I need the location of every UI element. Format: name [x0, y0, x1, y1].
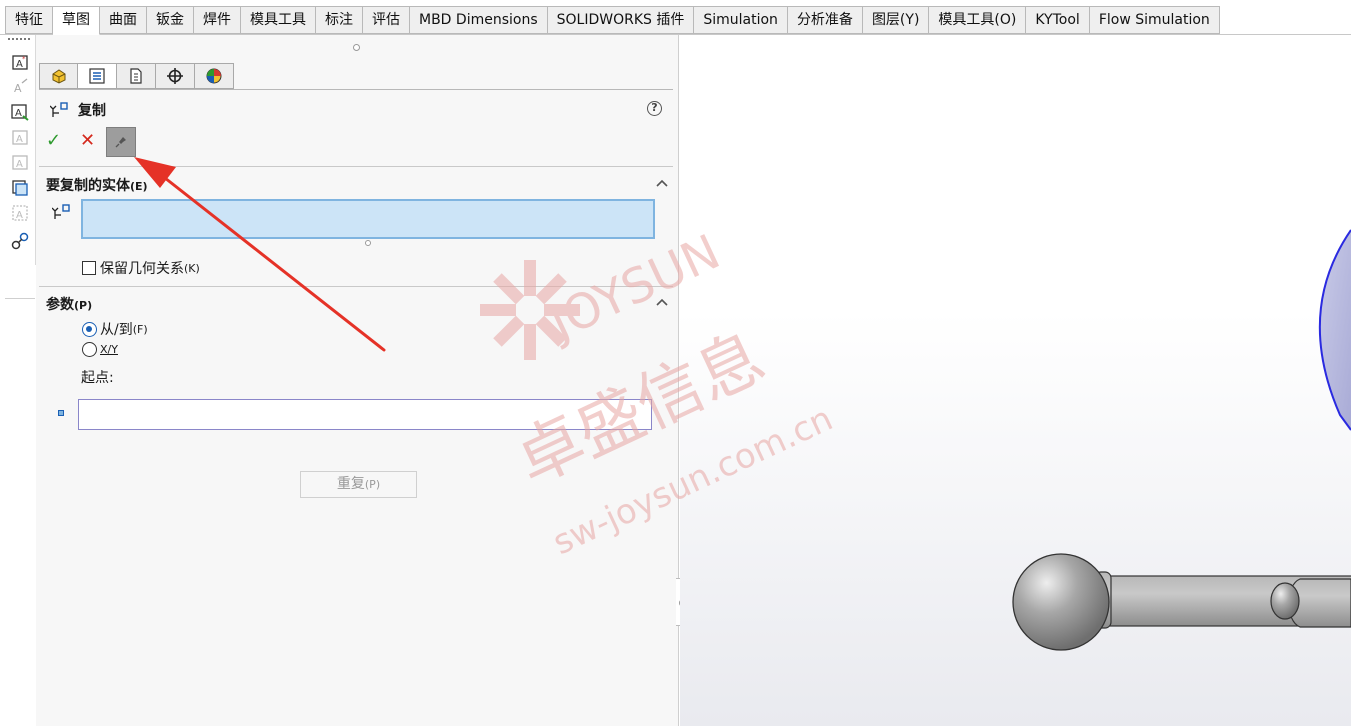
tab-features[interactable]: 特征 [5, 6, 53, 34]
tab-analysis-prep[interactable]: 分析准备 [787, 6, 863, 34]
xy-label: X/Y [100, 343, 118, 356]
tab-mbd-dimensions[interactable]: MBD Dimensions [410, 6, 548, 34]
model-view [1012, 229, 1351, 651]
from-to-radio[interactable] [82, 321, 97, 337]
tab-mold-tools-o[interactable]: 模具工具(O) [929, 6, 1027, 34]
from-to-label: 从/到 [100, 322, 133, 338]
balloon-icon: A [14, 78, 28, 95]
entities-section-divider [39, 166, 673, 167]
property-manager-title: 复制 [78, 103, 106, 119]
tab-weldments[interactable]: 焊件 [194, 6, 241, 34]
handle-part[interactable] [1012, 553, 1351, 651]
manager-tabs [39, 63, 234, 89]
xy-radio-row[interactable]: X/Y [82, 342, 118, 357]
tab-simulation[interactable]: Simulation [694, 6, 788, 34]
tab-flow-simulation[interactable]: Flow Simulation [1089, 6, 1220, 34]
ok-button[interactable]: ✓ [46, 131, 66, 151]
params-section-title[interactable]: 参数(P) [46, 294, 92, 314]
dimxpert-manager-tab[interactable] [156, 63, 195, 89]
repeat-button[interactable]: 重复(P) [300, 471, 417, 498]
block-icon[interactable] [10, 178, 30, 198]
tab-surfaces[interactable]: 曲面 [100, 6, 147, 34]
tab-annotation[interactable]: 标注 [316, 6, 363, 34]
auto-balloon-icon[interactable]: A [10, 102, 30, 122]
property-manager-tab[interactable] [78, 63, 117, 89]
keep-visible-pin-button[interactable] [106, 127, 136, 157]
tab-evaluate[interactable]: 评估 [363, 6, 410, 34]
cancel-button[interactable]: ✕ [80, 131, 100, 151]
from-to-shortcut: (F) [132, 322, 148, 336]
crosshair-icon [167, 68, 183, 84]
keep-relations-shortcut: (K) [184, 261, 200, 275]
svg-text:A: A [14, 82, 22, 95]
help-icon[interactable]: ? [647, 101, 662, 116]
keep-relations-label: 保留几何关系 [100, 261, 184, 277]
entities-selection-icon [52, 204, 70, 219]
toolbar-grip[interactable] [8, 38, 30, 41]
copy-entities-icon [50, 102, 68, 117]
manager-tabs-divider [39, 89, 673, 90]
keep-relations-checkbox[interactable] [82, 261, 96, 275]
tab-solidworks-addins[interactable]: SOLIDWORKS 插件 [547, 6, 695, 34]
tab-sheet-metal[interactable]: 钣金 [147, 6, 194, 34]
svg-text:A: A [15, 108, 22, 119]
tab-layers[interactable]: 图层(Y) [862, 6, 930, 34]
keep-relations-checkbox-row[interactable]: 保留几何关系 (K) [82, 258, 200, 278]
datum-target-icon: A [12, 205, 28, 221]
selection-box-resize-handle[interactable] [365, 240, 371, 246]
panel-splitter-handle[interactable] [353, 44, 360, 51]
configuration-manager-tab[interactable] [117, 63, 156, 89]
svg-text:A: A [16, 210, 23, 221]
from-to-radio-row[interactable]: 从/到 (F) [82, 319, 148, 339]
toolbar-separator [5, 298, 35, 299]
link-tool-icon[interactable] [10, 231, 30, 251]
svg-text:A: A [16, 159, 23, 170]
display-manager-tab[interactable] [195, 63, 234, 89]
surface-finish-icon: A [12, 155, 28, 170]
note-icon[interactable]: A * [10, 52, 30, 72]
feature-manager-icon [52, 69, 65, 84]
entities-selection-box[interactable] [81, 199, 655, 239]
command-manager-tabs: 特征 草图 曲面 钣金 焊件 模具工具 标注 评估 MBD Dimensions… [5, 6, 1220, 35]
pushpin-icon [115, 137, 126, 148]
tab-sketch[interactable]: 草图 [53, 6, 100, 35]
params-section-divider [39, 286, 673, 287]
entities-collapse-chevron-icon[interactable] [655, 177, 669, 189]
svg-text:*: * [22, 55, 26, 63]
graphics-viewport[interactable] [680, 35, 1351, 726]
display-manager-icon [206, 68, 222, 84]
feature-manager-tab[interactable] [39, 63, 78, 89]
tab-mold-tools[interactable]: 模具工具 [241, 6, 316, 34]
params-collapse-chevron-icon[interactable] [655, 296, 669, 308]
configuration-manager-icon [130, 68, 142, 84]
stacked-balloon-icon: A [12, 130, 28, 145]
property-manager-panel: 复制 ? ✓ ✕ 要复制的实体(E) 保留几何关系 (K) 参数(P) 从/到 (F… [36, 35, 679, 726]
tab-kytool[interactable]: KYTool [1026, 6, 1090, 34]
point-icon [58, 410, 64, 416]
xy-radio[interactable] [82, 342, 97, 357]
start-point-label: 起点: [81, 370, 114, 386]
svg-text:A: A [16, 134, 23, 145]
annotation-toolbar: A * A A A A A [0, 35, 36, 299]
entities-section-title[interactable]: 要复制的实体(E) [46, 175, 148, 195]
command-manager-tabbar: 特征 草图 曲面 钣金 焊件 模具工具 标注 评估 MBD Dimensions… [0, 0, 1351, 35]
start-point-selection-box[interactable] [78, 399, 652, 430]
property-manager-icon [89, 68, 105, 84]
sketch-profile[interactable] [1318, 229, 1351, 431]
